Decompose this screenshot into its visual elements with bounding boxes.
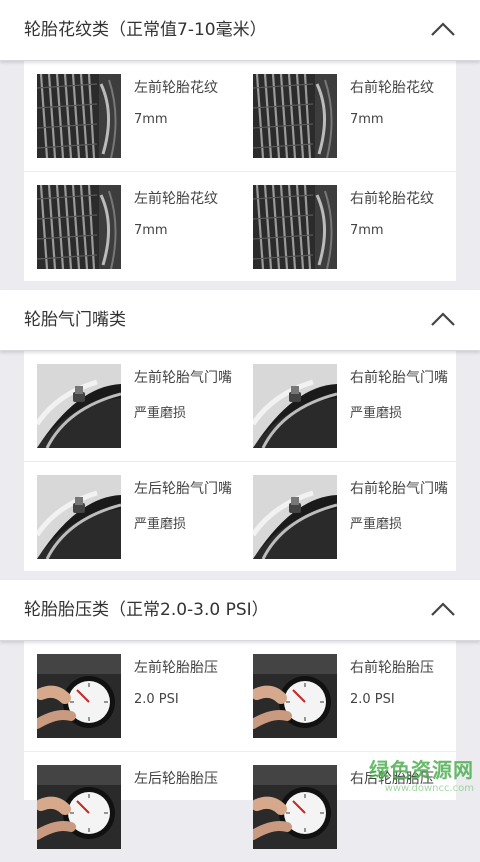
valve-card: 左前轮胎气门嘴 严重磨损 右前轮胎气门嘴 严重磨损 左后轮胎气门嘴 严重磨损 右… <box>24 351 456 571</box>
chevron-up-icon[interactable] <box>430 309 456 329</box>
item-label: 右前轮胎胎压 <box>350 660 434 676</box>
tire-tread-photo <box>253 185 337 269</box>
list-item[interactable]: 右前轮胎气门嘴 严重磨损 <box>240 462 456 572</box>
item-value: 2.0 PSI <box>134 692 179 707</box>
chevron-up-icon[interactable] <box>430 19 456 39</box>
item-value: 7mm <box>350 112 384 127</box>
tire-valve-photo <box>253 475 337 559</box>
tire-valve-photo <box>37 364 121 448</box>
watermark-logo: 绿色资源网 <box>369 758 474 782</box>
section-title: 轮胎胎压类（正常2.0-3.0 PSI） <box>24 600 269 620</box>
section-header[interactable]: 轮胎胎压类（正常2.0-3.0 PSI） <box>0 580 480 641</box>
list-item[interactable]: 左前轮胎胎压 2.0 PSI <box>24 641 240 751</box>
item-value: 7mm <box>134 112 168 127</box>
item-label: 左前轮胎气门嘴 <box>134 370 232 386</box>
tire-valve-photo <box>37 475 121 559</box>
list-item[interactable]: 右前轮胎胎压 2.0 PSI <box>240 641 456 751</box>
section-title: 轮胎气门嘴类 <box>24 310 126 330</box>
list-item[interactable]: 左后轮胎气门嘴 严重磨损 <box>24 462 240 572</box>
item-label: 右前轮胎气门嘴 <box>350 481 448 497</box>
list-item[interactable]: 右前轮胎花纹 7mm <box>240 61 456 171</box>
list-item[interactable]: 左前轮胎花纹 7mm <box>24 172 240 282</box>
item-value: 严重磨损 <box>134 406 187 421</box>
item-value: 严重磨损 <box>350 406 403 421</box>
list-item[interactable]: 右前轮胎气门嘴 严重磨损 <box>240 351 456 461</box>
item-label: 左后轮胎气门嘴 <box>134 481 232 497</box>
tire-tread-photo <box>37 74 121 158</box>
table-row: 左后轮胎气门嘴 严重磨损 右前轮胎气门嘴 严重磨损 <box>24 461 456 572</box>
table-row: 左前轮胎花纹 7mm 右前轮胎花纹 7mm <box>24 61 456 171</box>
list-item[interactable]: 右前轮胎花纹 7mm <box>240 172 456 282</box>
section-title: 轮胎花纹类（正常值7-10毫米） <box>24 20 267 40</box>
tread-card: 左前轮胎花纹 7mm 右前轮胎花纹 7mm 左前轮胎花纹 7mm 右前轮胎花纹 … <box>24 61 456 281</box>
item-label: 左前轮胎花纹 <box>134 80 218 96</box>
watermark: 绿色资源网 www.downcc.com <box>369 754 474 794</box>
table-row: 左前轮胎胎压 2.0 PSI 右前轮胎胎压 2.0 PSI <box>24 641 456 751</box>
watermark-url: www.downcc.com <box>384 783 474 794</box>
table-row: 左前轮胎花纹 7mm 右前轮胎花纹 7mm <box>24 171 456 282</box>
section-tread: 轮胎花纹类（正常值7-10毫米） 左前轮胎花纹 7mm 右前轮胎花纹 7mm 左… <box>0 0 480 281</box>
item-label: 右前轮胎花纹 <box>350 191 434 207</box>
chevron-up-icon[interactable] <box>430 599 456 619</box>
item-label: 左后轮胎胎压 <box>134 771 218 787</box>
list-item[interactable]: 左前轮胎花纹 7mm <box>24 61 240 171</box>
item-value: 严重磨损 <box>134 517 187 532</box>
pressure-gauge-photo <box>37 654 121 738</box>
item-label: 左前轮胎胎压 <box>134 660 218 676</box>
list-item[interactable]: 左后轮胎胎压 <box>24 752 240 862</box>
section-header[interactable]: 轮胎花纹类（正常值7-10毫米） <box>0 0 480 61</box>
item-label: 左前轮胎花纹 <box>134 191 218 207</box>
pressure-gauge-photo <box>253 765 337 849</box>
item-label: 右前轮胎花纹 <box>350 80 434 96</box>
pressure-gauge-photo <box>37 765 121 849</box>
section-valve: 轮胎气门嘴类 左前轮胎气门嘴 严重磨损 右前轮胎气门嘴 严重磨损 左后轮胎气门嘴… <box>0 290 480 571</box>
section-pressure: 轮胎胎压类（正常2.0-3.0 PSI） 左前轮胎胎压 2.0 PSI 右前轮胎… <box>0 580 480 849</box>
table-row: 左前轮胎气门嘴 严重磨损 右前轮胎气门嘴 严重磨损 <box>24 351 456 461</box>
tire-valve-photo <box>253 364 337 448</box>
section-header[interactable]: 轮胎气门嘴类 <box>0 290 480 351</box>
pressure-gauge-photo <box>253 654 337 738</box>
item-label: 右前轮胎气门嘴 <box>350 370 448 386</box>
item-value: 7mm <box>134 223 168 238</box>
list-item[interactable]: 左前轮胎气门嘴 严重磨损 <box>24 351 240 461</box>
tire-tread-photo <box>37 185 121 269</box>
item-value: 严重磨损 <box>350 517 403 532</box>
item-value: 7mm <box>350 223 384 238</box>
item-value: 2.0 PSI <box>350 692 395 707</box>
tire-tread-photo <box>253 74 337 158</box>
